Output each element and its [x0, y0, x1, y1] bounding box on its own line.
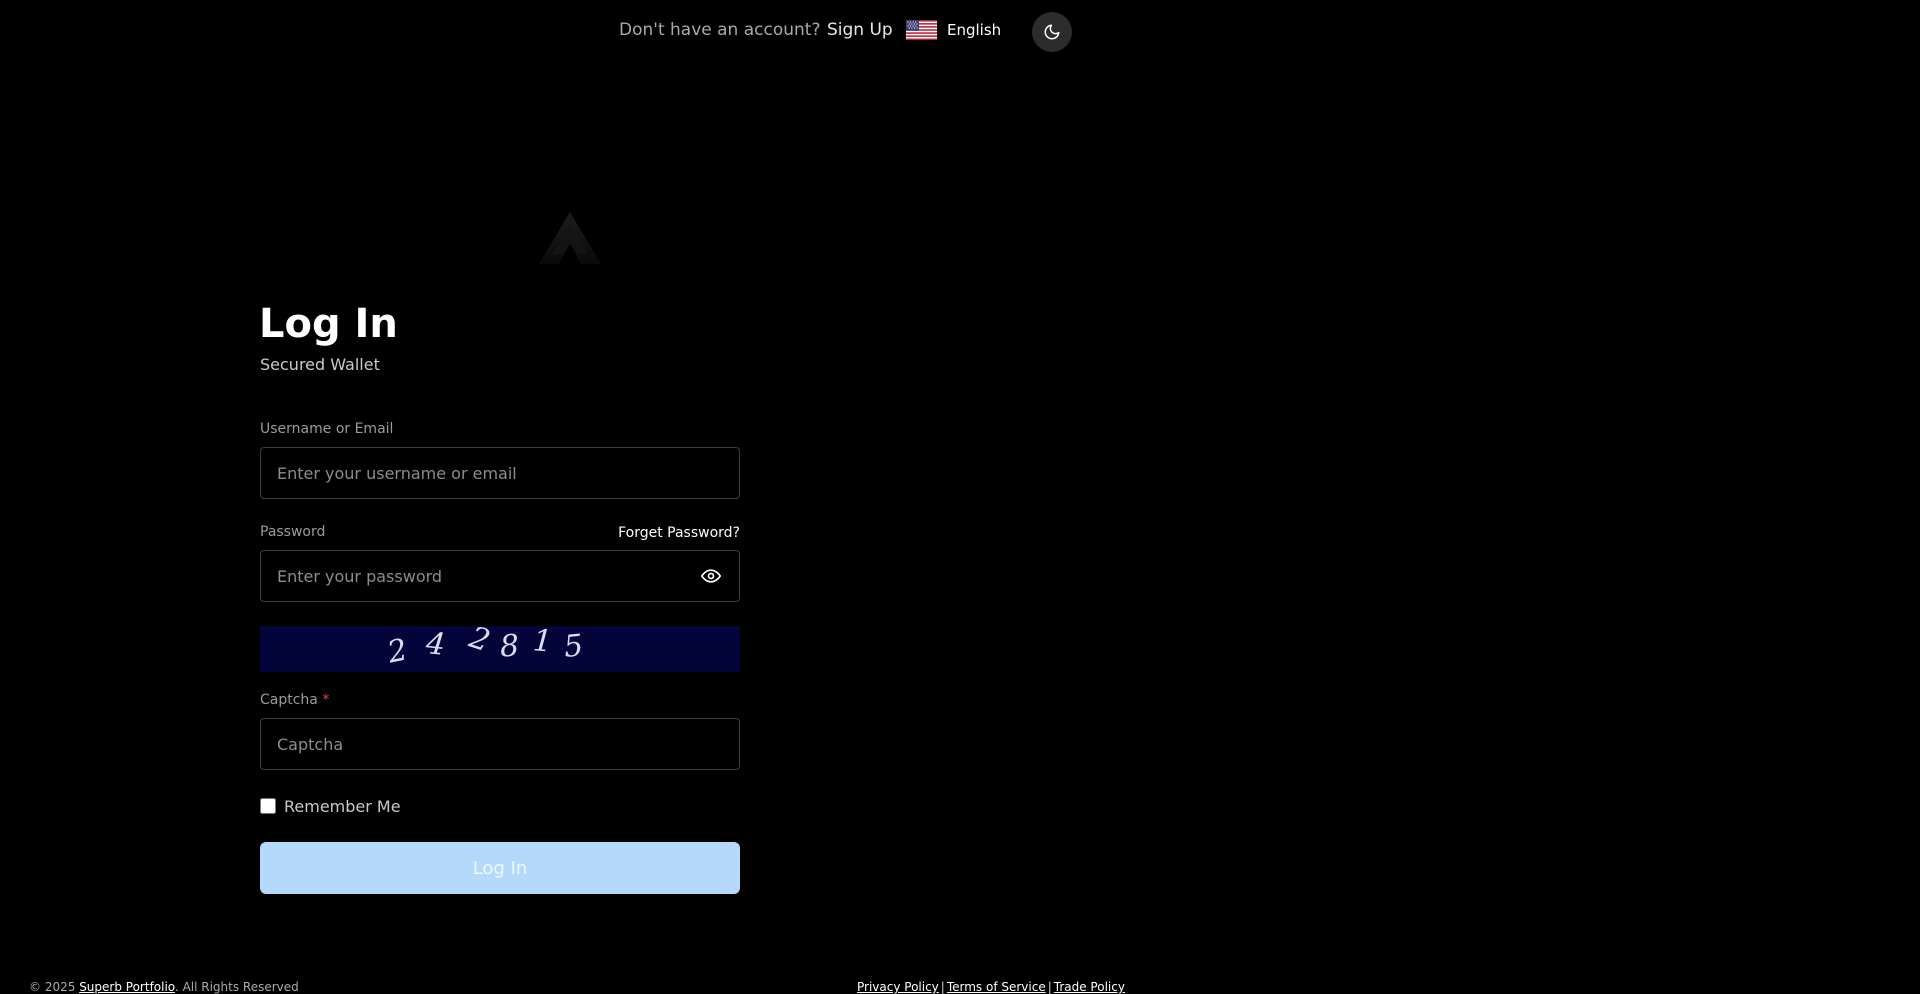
- forget-password-link[interactable]: Forget Password?: [600, 525, 740, 541]
- triangle-logo-icon: [539, 212, 601, 264]
- password-label: Password: [260, 524, 326, 540]
- captcha-digit: 5: [562, 628, 585, 665]
- brand-link[interactable]: Superb Portfolio: [79, 980, 175, 994]
- username-label: Username or Email: [260, 421, 394, 437]
- remember-me-label: Remember Me: [284, 796, 401, 816]
- captcha-label-text: Captcha: [260, 692, 318, 708]
- footer-separator: |: [940, 980, 945, 994]
- language-selector[interactable]: English: [906, 17, 1001, 43]
- top-bar: Don't have an account? Sign Up English: [0, 12, 1920, 52]
- copyright-text: © 2025 Superb Portfolio. All Rights Rese…: [29, 980, 299, 994]
- copyright-prefix: © 2025: [29, 980, 76, 994]
- moon-icon: [1044, 24, 1060, 40]
- theme-toggle-button[interactable]: [1032, 12, 1072, 52]
- us-flag-icon: [906, 20, 937, 40]
- password-input[interactable]: [260, 550, 740, 602]
- username-input[interactable]: [260, 447, 740, 499]
- page-title: Log In: [259, 301, 398, 347]
- terms-of-service-link[interactable]: Terms of Service: [947, 980, 1046, 994]
- page-subtitle: Secured Wallet: [260, 355, 380, 374]
- captcha-digit: 2: [465, 626, 495, 660]
- footer-links: Privacy Policy | Terms of Service | Trade Po…: [857, 980, 1125, 994]
- required-marker: *: [322, 692, 330, 708]
- captcha-label: Captcha *: [260, 692, 329, 708]
- captcha-digit: 4: [424, 626, 447, 663]
- sign-up-link[interactable]: Sign Up: [827, 20, 893, 40]
- captcha-digit: 1: [531, 626, 554, 660]
- privacy-policy-link[interactable]: Privacy Policy: [857, 980, 939, 994]
- remember-me-checkbox[interactable]: [260, 798, 276, 814]
- captcha-digit: 8: [498, 628, 521, 665]
- remember-me-row[interactable]: Remember Me: [260, 795, 401, 817]
- password-visibility-toggle[interactable]: [699, 565, 723, 587]
- footer-separator: |: [1047, 980, 1052, 994]
- log-in-button[interactable]: Log In: [260, 842, 740, 894]
- no-account-text: Don't have an account?: [619, 20, 821, 40]
- captcha-image: 2 4 2 8 1 5: [260, 626, 740, 672]
- copyright-suffix: . All Rights Reserved: [174, 980, 299, 994]
- eye-icon: [701, 569, 721, 583]
- trade-policy-link[interactable]: Trade Policy: [1054, 980, 1125, 994]
- captcha-digit: 2: [384, 632, 411, 671]
- captcha-input[interactable]: [260, 718, 740, 770]
- language-label: English: [947, 21, 1002, 39]
